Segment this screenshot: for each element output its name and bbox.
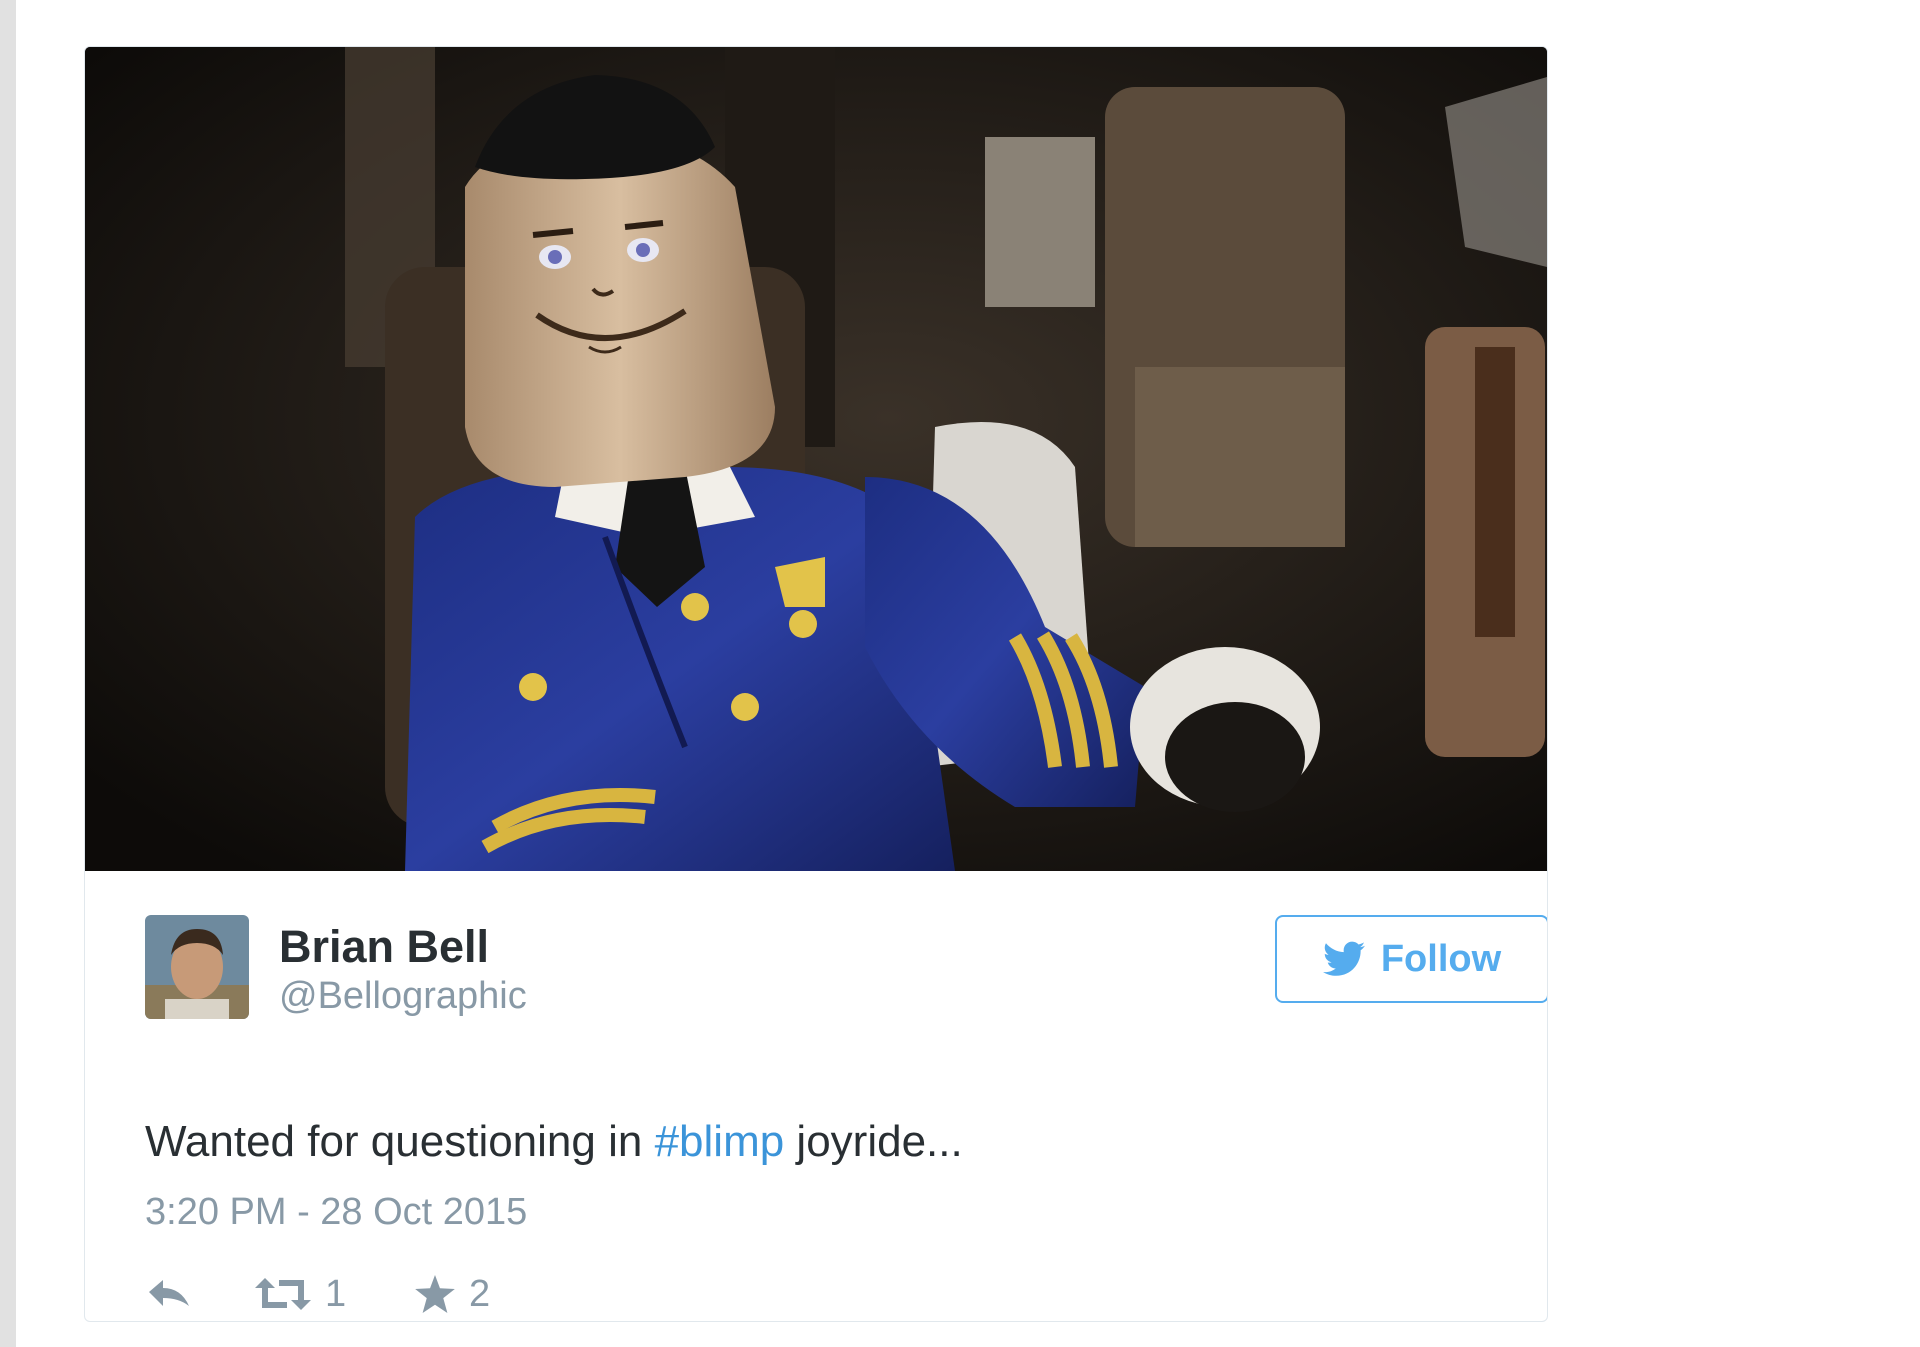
hashtag-link[interactable]: #blimp [655, 1117, 785, 1166]
star-icon [415, 1275, 455, 1313]
tweet-header: Brian Bell @Bellographic Follow [145, 915, 1547, 1025]
author-display-name[interactable]: Brian Bell [279, 921, 489, 973]
tweet-text-after: joyride... [784, 1117, 963, 1166]
twitter-bird-icon [1322, 941, 1365, 976]
author-avatar[interactable] [145, 915, 249, 1019]
retweet-button[interactable]: 1 [255, 1269, 346, 1319]
tweet-text: Wanted for questioning in #blimp joyride… [145, 1115, 1489, 1169]
favorite-button[interactable]: 2 [415, 1269, 490, 1319]
embedded-tweet-card: Brian Bell @Bellographic Follow Wanted f… [84, 46, 1548, 1322]
inflatable-pilot-photo [85, 47, 1547, 871]
tweet-actions: 1 2 [145, 1269, 745, 1319]
retweet-icon [255, 1278, 311, 1310]
reply-icon [149, 1280, 189, 1306]
reply-button[interactable] [145, 1269, 193, 1319]
tweet-timestamp[interactable]: 3:20 PM - 28 Oct 2015 [145, 1189, 527, 1235]
follow-button[interactable]: Follow [1275, 915, 1547, 1003]
tweet-text-before: Wanted for questioning in [145, 1117, 655, 1166]
page-left-edge [0, 0, 16, 1347]
follow-button-label: Follow [1380, 938, 1502, 980]
avatar-photo [145, 915, 249, 1019]
author-handle[interactable]: @Bellographic [279, 973, 527, 1019]
favorite-count: 2 [469, 1273, 491, 1315]
tweet-media-photo[interactable] [85, 47, 1547, 871]
retweet-count: 1 [325, 1273, 347, 1315]
